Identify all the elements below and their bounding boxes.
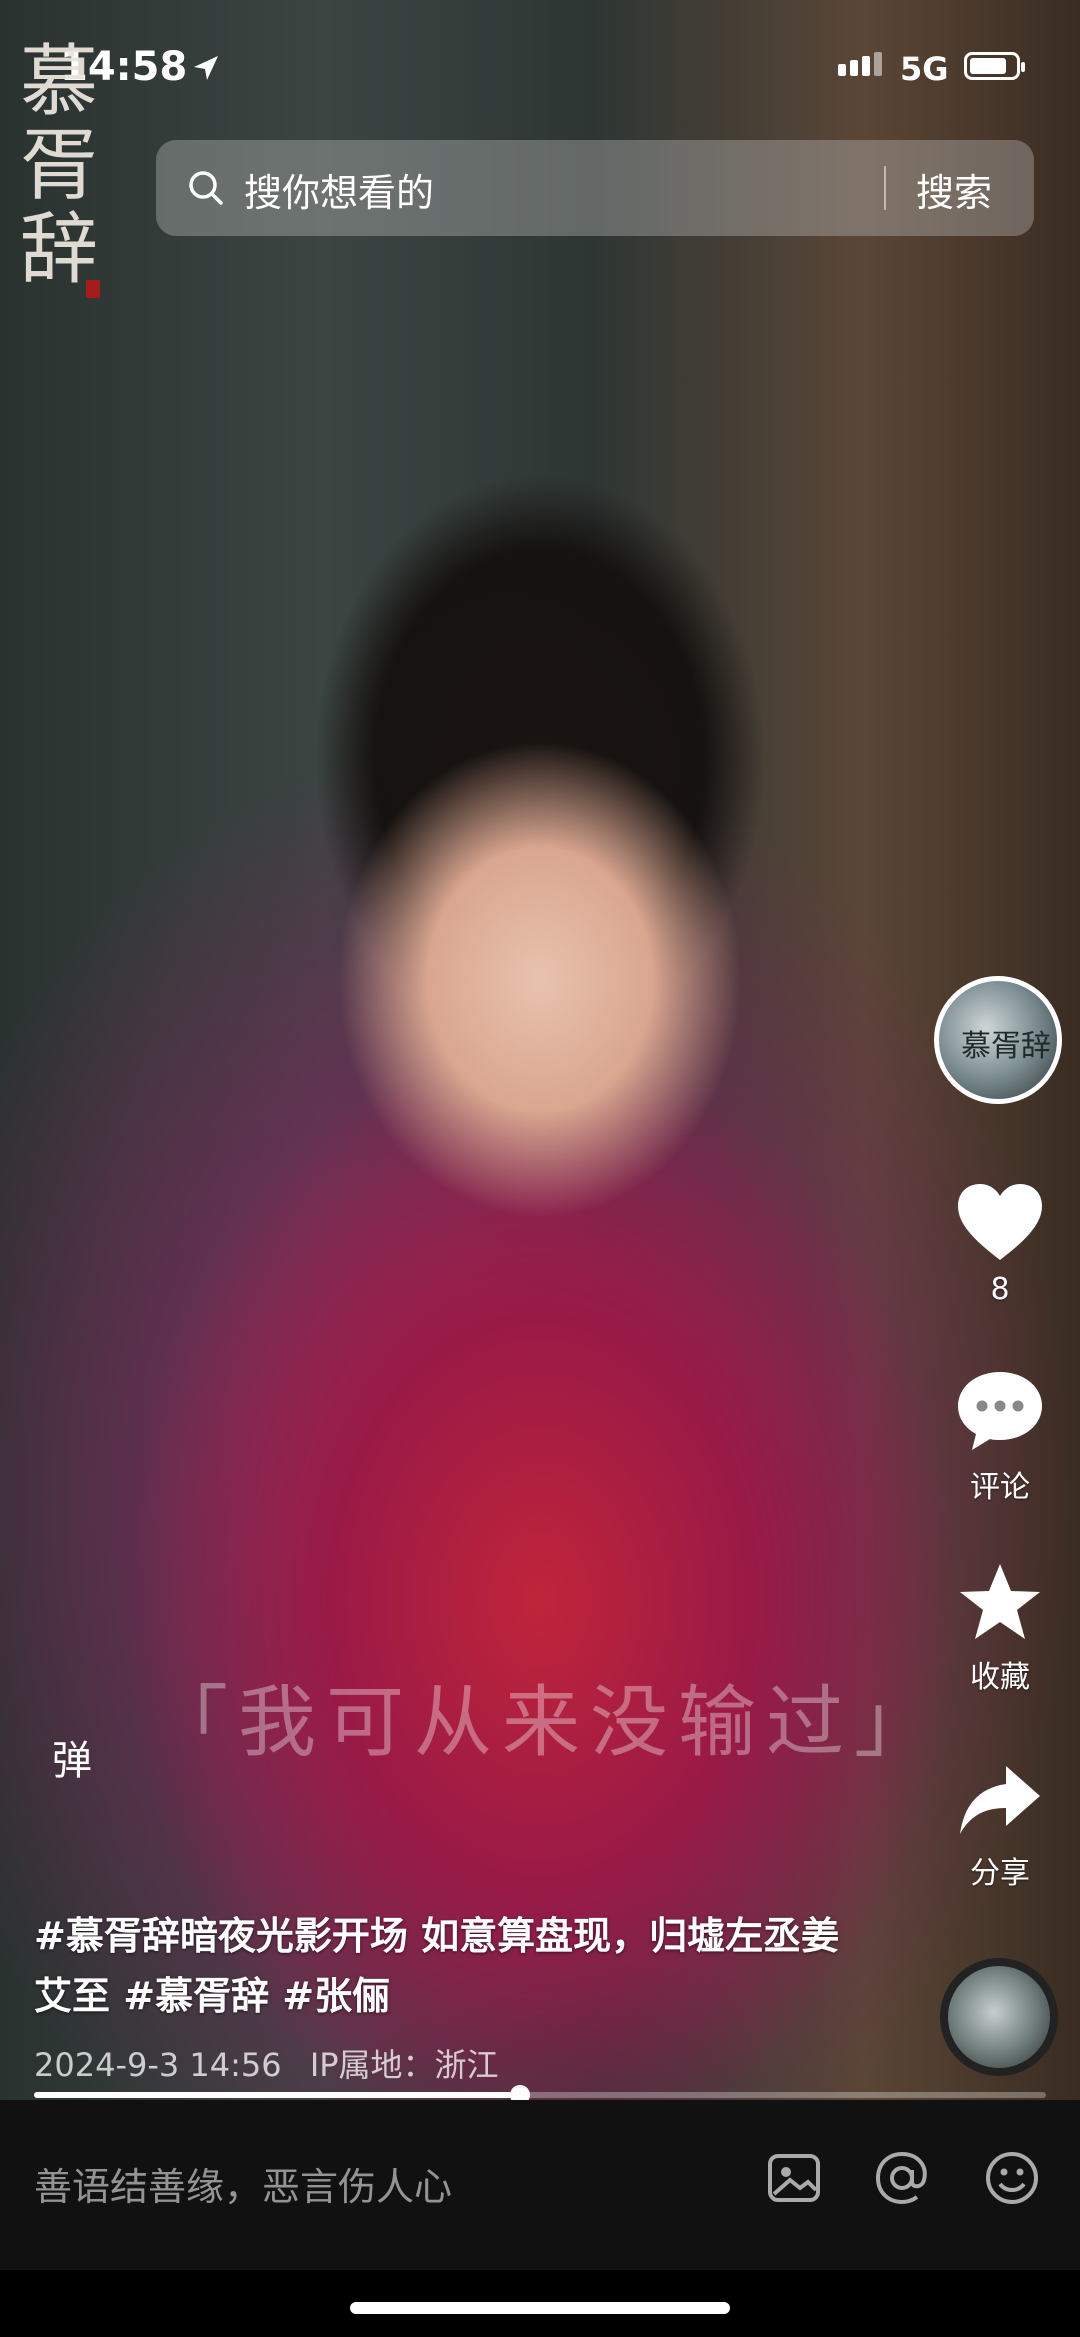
danmu-toggle[interactable]: 弹 xyxy=(52,1728,92,1786)
avatar-text: 慕胥辞 xyxy=(961,1029,1051,1064)
favorite-button[interactable]: 收藏 xyxy=(930,1560,1070,1696)
logo-seal xyxy=(86,280,100,298)
post-meta: 2024-9-3 14:56 IP属地：浙江 xyxy=(34,2040,517,2086)
comment-label: 评论 xyxy=(970,1470,1030,1505)
comment-bar: 善语结善缘，恶言伤人心 xyxy=(0,2100,1080,2270)
search-button[interactable]: 搜索 xyxy=(916,162,992,217)
search-input[interactable]: 搜你想看的 xyxy=(244,162,434,217)
show-logo: 慕胥辞 xyxy=(19,37,98,295)
favorite-label: 收藏 xyxy=(970,1660,1030,1695)
post-caption[interactable]: #慕胥辞暗夜光影开场 如意算盘现，归墟左丞姜艾至 #慕胥辞 #张俪 xyxy=(34,1906,854,2026)
emoji-icon[interactable] xyxy=(982,2148,1042,2208)
image-icon[interactable] xyxy=(764,2148,824,2208)
ip-location: IP属地：浙江 xyxy=(309,2046,499,2084)
video-player[interactable] xyxy=(0,0,1080,2100)
battery-icon xyxy=(964,52,1025,80)
home-indicator xyxy=(350,2302,730,2314)
share-label: 分享 xyxy=(970,1856,1030,1891)
star-icon xyxy=(960,1564,1040,1639)
like-button[interactable]: 8 xyxy=(930,1180,1070,1307)
video-subtitle: 「我可从来没输过」 xyxy=(150,1678,943,1768)
search-icon xyxy=(189,171,223,205)
heart-icon xyxy=(958,1184,1042,1260)
share-button[interactable]: 分享 xyxy=(930,1760,1070,1892)
search-divider xyxy=(884,166,886,210)
author-avatar[interactable]: 慕胥辞 xyxy=(934,976,1062,1104)
location-arrow-icon xyxy=(194,56,218,80)
post-date: 2024-9-3 14:56 xyxy=(34,2046,282,2084)
comment-icon xyxy=(958,1372,1042,1450)
status-bar: 14:58 5G xyxy=(0,0,1080,130)
search-bar[interactable]: 搜你想看的 搜索 xyxy=(156,140,1034,236)
at-icon[interactable] xyxy=(872,2148,932,2208)
signal-icon xyxy=(838,52,886,76)
network-type: 5G xyxy=(900,50,949,88)
music-disc[interactable] xyxy=(940,1958,1058,2076)
comment-button[interactable]: 评论 xyxy=(930,1368,1070,1506)
share-icon xyxy=(960,1766,1040,1834)
like-count: 8 xyxy=(990,1272,1010,1307)
progress-fill xyxy=(34,2092,520,2098)
comment-input[interactable]: 善语结善缘，恶言伤人心 xyxy=(34,2156,452,2211)
progress-bar[interactable] xyxy=(34,2085,1046,2105)
